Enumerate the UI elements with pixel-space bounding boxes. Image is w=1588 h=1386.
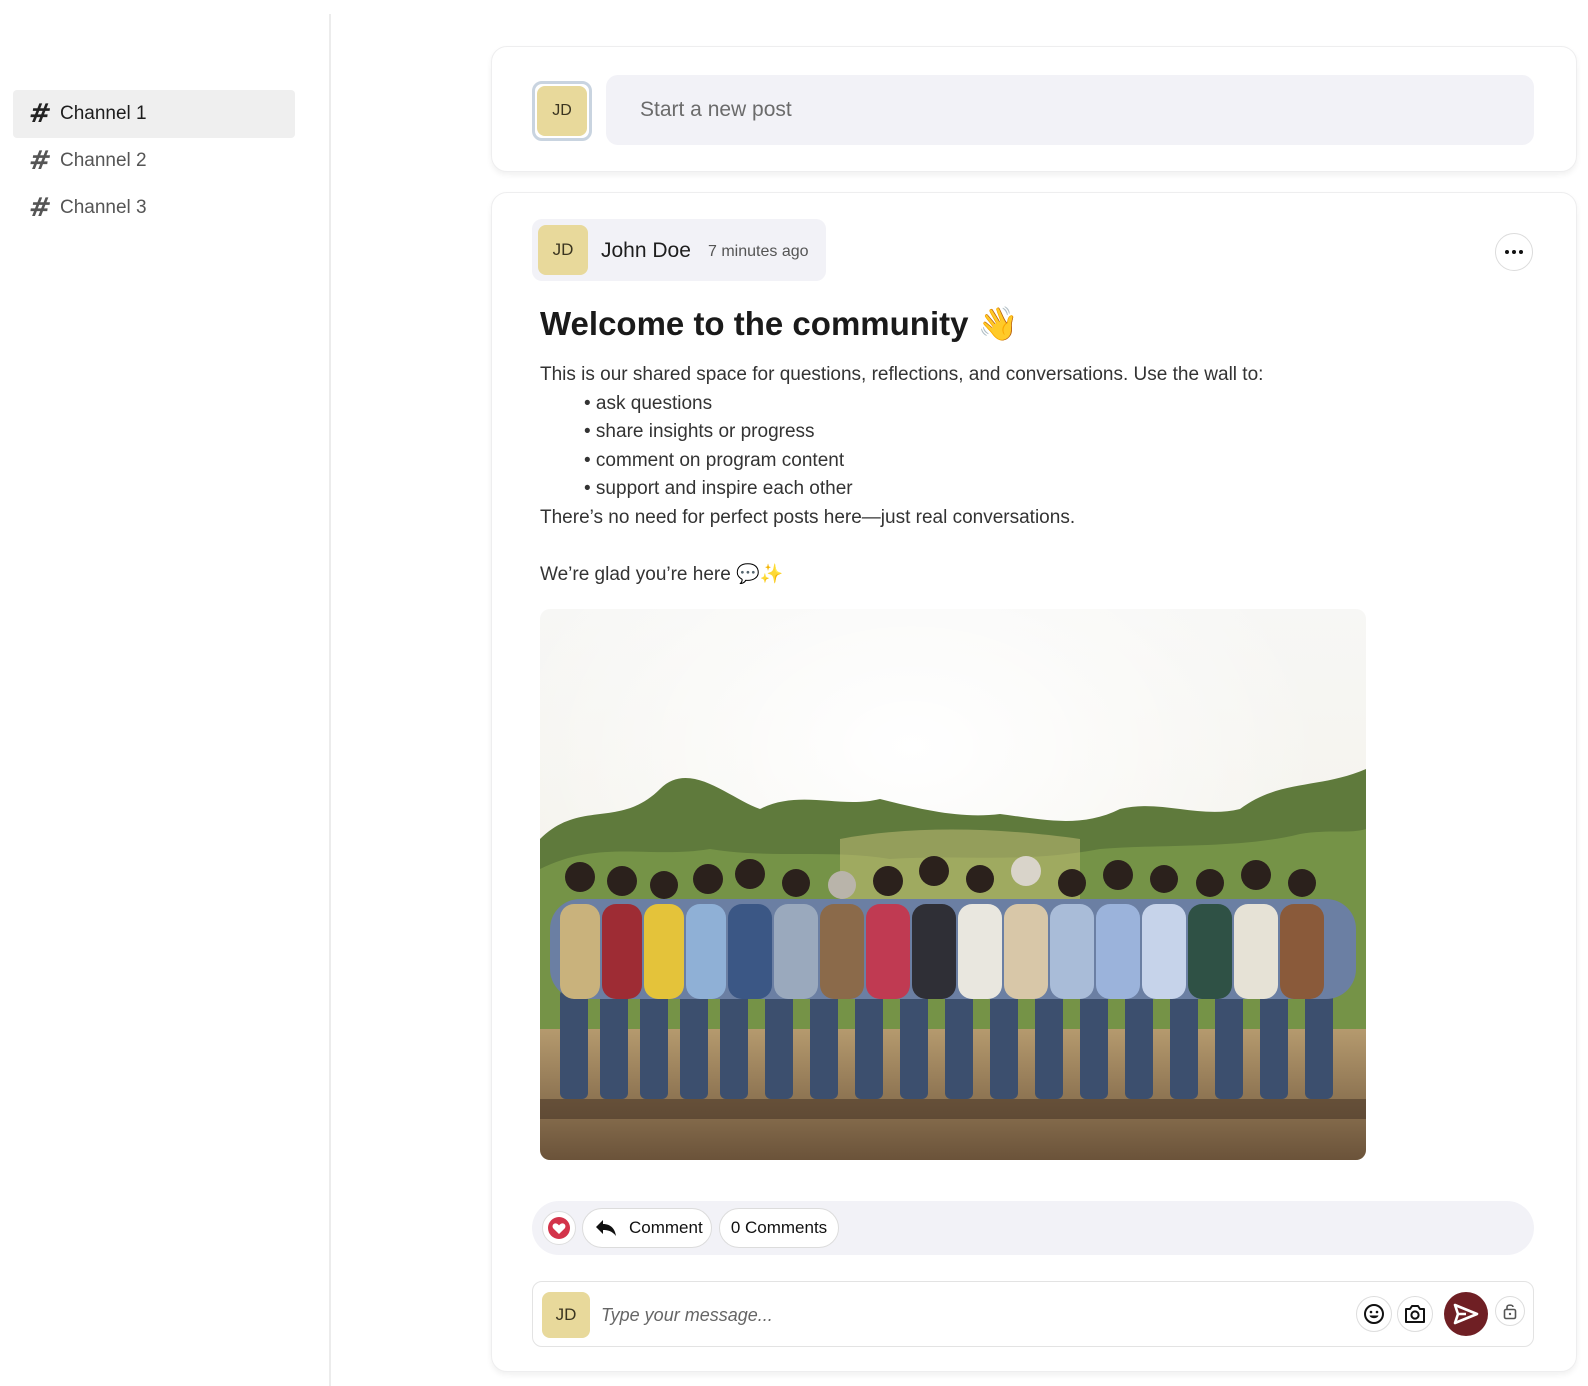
sidebar-item-label: Channel 2 (60, 150, 147, 171)
avatar: JD (537, 86, 587, 136)
camera-button[interactable] (1397, 1296, 1433, 1332)
emoji-button[interactable] (1356, 1296, 1392, 1332)
composer-avatar-frame: JD (532, 81, 592, 141)
heart-icon (548, 1217, 570, 1239)
emoji-icon (1364, 1304, 1384, 1324)
hash-icon: # (26, 193, 53, 223)
sidebar-item-channel-1[interactable]: # Channel 1 (13, 90, 295, 138)
sidebar-divider (329, 14, 331, 1386)
reply-icon (595, 1219, 617, 1237)
like-button[interactable] (542, 1211, 576, 1245)
hash-icon: # (26, 146, 53, 176)
more-icon (1505, 250, 1509, 254)
lock-button[interactable] (1495, 1296, 1525, 1326)
send-button[interactable] (1444, 1292, 1488, 1336)
post-closing: We’re glad you’re here 💬✨ (540, 563, 784, 585)
post-timestamp: 7 minutes ago (708, 243, 809, 260)
avatar: JD (542, 1292, 590, 1338)
new-post-composer: JD Start a new post (491, 46, 1577, 172)
sidebar-item-label: Channel 1 (60, 103, 147, 124)
comment-button-label: Comment (629, 1218, 703, 1237)
post-outro: There’s no need for perfect posts here—j… (540, 506, 1076, 528)
comment-button[interactable]: Comment (582, 1208, 712, 1248)
post-card: JD John Doe 7 minutes ago Welcome to the… (491, 192, 1577, 1372)
list-item: • comment on program content (584, 449, 845, 471)
author-name: John Doe (601, 239, 691, 262)
sidebar-item-label: Channel 3 (60, 197, 147, 218)
post-intro: This is our shared space for questions, … (540, 364, 1264, 385)
sidebar-item-channel-2[interactable]: # Channel 2 (13, 137, 295, 185)
reply-composer: JD (532, 1281, 1534, 1347)
lock-icon (1503, 1304, 1517, 1320)
post-body: This is our shared space for questions, … (540, 361, 1500, 589)
list-item: • support and inspire each other (584, 478, 853, 499)
post-image[interactable] (540, 609, 1366, 1160)
group-photo-icon (540, 609, 1366, 1160)
hash-icon: # (26, 99, 53, 129)
comment-count-button[interactable]: 0 Comments (719, 1208, 839, 1248)
list-item: • ask questions (584, 392, 713, 414)
more-icon-dot (1512, 250, 1516, 254)
new-post-input[interactable]: Start a new post (606, 75, 1534, 145)
send-icon (1453, 1303, 1479, 1325)
camera-icon (1405, 1305, 1425, 1323)
list-item: • share insights or progress (584, 421, 815, 442)
avatar: JD (538, 225, 588, 275)
post-title: Welcome to the community 👋 (540, 305, 1019, 342)
message-input[interactable] (601, 1294, 1341, 1336)
sidebar: # Channel 1 # Channel 2 # Channel 3 (0, 0, 330, 1386)
post-author[interactable]: JD John Doe 7 minutes ago (532, 219, 826, 281)
post-actions: Comment 0 Comments (532, 1201, 1534, 1255)
more-options-button[interactable] (1495, 233, 1533, 271)
sidebar-item-channel-3[interactable]: # Channel 3 (13, 184, 295, 232)
more-icon-dot (1519, 250, 1523, 254)
